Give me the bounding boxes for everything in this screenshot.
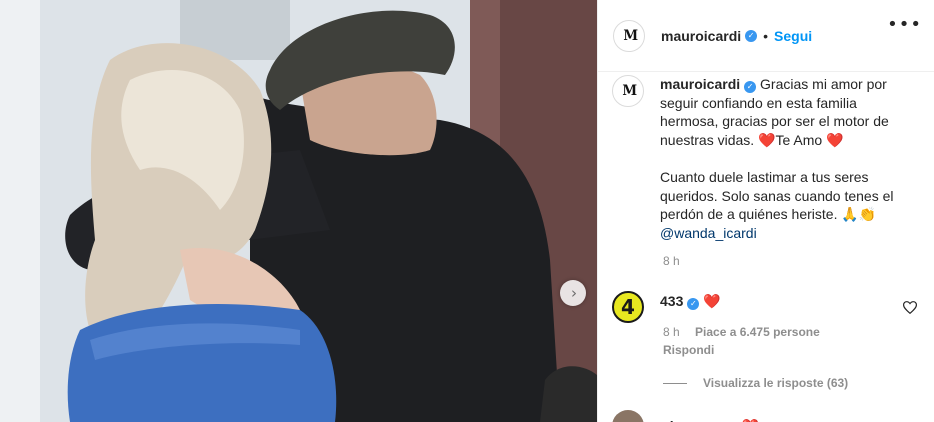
commenter-avatar[interactable] (612, 410, 644, 422)
caption-username[interactable]: mauroicardi (660, 76, 740, 92)
verified-icon: ✓ (745, 29, 758, 42)
heart-emoji: ❤️ (826, 132, 844, 149)
commenter-username-text: alepapes (662, 418, 722, 422)
comment-likes[interactable]: Piace a 6.475 persone (695, 325, 820, 339)
post-photo[interactable]: › (0, 0, 597, 422)
commenter-username[interactable]: alepapes✓ ❤️ (662, 418, 759, 422)
caption-te-amo: Te Amo (775, 131, 827, 148)
author-username[interactable]: mauroicardi (661, 28, 741, 44)
caption-para2: Cuanto duele lastimar a tus seres querid… (660, 168, 910, 242)
chevron-right-icon: › (571, 283, 577, 302)
replies-divider (663, 382, 687, 384)
heart-like-icon[interactable] (903, 301, 917, 314)
separator-dot: • (763, 27, 769, 44)
couple-photo-illustration (0, 0, 597, 422)
avatar-monogram: M (623, 27, 638, 44)
reply-button[interactable]: Rispondi (663, 343, 714, 357)
comment-text: ❤️ (742, 419, 759, 422)
post-caption: M mauroicardi ✓ Gracias mi amor por segui… (612, 75, 922, 242)
caption-avatar[interactable]: M (612, 75, 644, 107)
comment-item: 4 433 ✓ ❤️ (612, 291, 922, 323)
view-replies-label: Visualizza le risposte (63) (703, 376, 849, 390)
caption-timestamp[interactable]: 8 h (663, 254, 680, 268)
comment-text: ❤️ (703, 294, 721, 310)
commenter-username[interactable]: 433 (660, 293, 683, 309)
comment-item: alepapes✓ ❤️ (612, 410, 759, 422)
caption-para2-text: Cuanto duele lastimar a tus seres querid… (660, 169, 894, 222)
avatar-monogram: M (622, 83, 637, 99)
author-avatar[interactable]: M (613, 19, 645, 52)
commenter-avatar-text: 4 (621, 295, 635, 319)
more-options-icon[interactable]: ••• (887, 14, 922, 35)
post-header: M mauroicardi ✓ • Segui ••• (598, 0, 934, 72)
caption-text: mauroicardi ✓ Gracias mi amor por seguir … (660, 75, 910, 242)
comment-meta: 8 h Piace a 6.475 persone (663, 325, 832, 339)
verified-icon: ✓ (744, 81, 757, 93)
caption-mention-link[interactable]: @wanda_icardi (660, 225, 757, 241)
commenter-avatar[interactable]: 4 (612, 291, 644, 323)
verified-icon: ✓ (687, 298, 700, 310)
next-image-button[interactable]: › (560, 280, 586, 306)
comment-timestamp[interactable]: 8 h (663, 325, 680, 339)
view-replies-button[interactable]: Visualizza le risposte (63) (663, 376, 848, 390)
follow-button[interactable]: Segui (774, 28, 812, 44)
heart-emoji: ❤️ (758, 132, 776, 149)
